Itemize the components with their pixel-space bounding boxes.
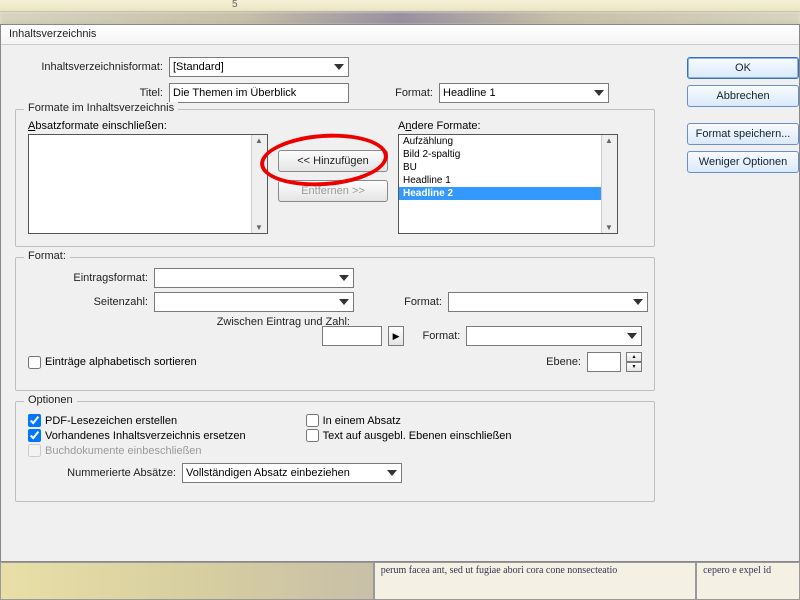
numbered-para-select[interactable]: Vollständigen Absatz einbeziehen	[182, 463, 402, 483]
cancel-button[interactable]: Abbrechen	[687, 85, 799, 107]
dialog-side-buttons: OK Abbrechen Format speichern... Weniger…	[685, 57, 799, 179]
dialog-title: Inhaltsverzeichnis	[1, 25, 799, 45]
title-label: Titel:	[15, 87, 163, 99]
hidden-layers-checkbox[interactable]: Text auf ausgebl. Ebenen einschließen	[306, 429, 512, 442]
ruler	[0, 0, 800, 12]
options-legend: Optionen	[24, 394, 77, 406]
footer-cell: cepero e expel id	[696, 562, 800, 600]
remove-button[interactable]: Entfernen >>	[278, 180, 388, 202]
level-input[interactable]	[587, 352, 621, 372]
list-item[interactable]: Headline 1	[399, 174, 617, 187]
level-label: Ebene:	[546, 356, 581, 368]
level-down[interactable]: ▾	[626, 362, 642, 372]
numbered-para-label: Nummerierte Absätze:	[28, 467, 176, 479]
pdf-bookmarks-checkbox[interactable]: PDF-Lesezeichen erstellen	[28, 414, 246, 427]
single-para-checkbox[interactable]: In einem Absatz	[306, 414, 512, 427]
scrollbar[interactable]	[251, 135, 267, 233]
between-menu-button[interactable]: ▶	[388, 326, 404, 346]
entry-format-label: Eintragsformat:	[28, 272, 148, 284]
include-formats-listbox[interactable]	[28, 134, 268, 234]
footer-cell: perum facea ant, sed ut fugiae abori cor…	[374, 562, 696, 600]
other-formats-label: Andere Formate:	[398, 120, 618, 132]
between-label: Zwischen Eintrag und Zahl:	[28, 316, 354, 328]
between-format-select[interactable]	[466, 326, 642, 346]
other-formats-listbox[interactable]: Aufzählung Bild 2-spaltig BU Headline 1 …	[398, 134, 618, 234]
fewer-options-button[interactable]: Weniger Optionen	[687, 151, 799, 173]
list-item[interactable]: Aufzählung	[399, 135, 617, 148]
top-format-select[interactable]: Headline 1	[439, 83, 609, 103]
entry-format-select[interactable]	[154, 268, 354, 288]
page-number-label: Seitenzahl:	[28, 296, 148, 308]
page-format-select[interactable]	[448, 292, 648, 312]
title-input[interactable]	[169, 83, 349, 103]
page-number-select[interactable]	[154, 292, 354, 312]
top-format-label: Format:	[373, 87, 433, 99]
sort-checkbox-label[interactable]: Einträge alphabetisch sortieren	[28, 356, 197, 369]
level-stepper[interactable]: ▴▾	[626, 352, 642, 372]
ok-button[interactable]: OK	[687, 57, 799, 79]
footer-cell	[0, 562, 374, 600]
level-up[interactable]: ▴	[626, 352, 642, 362]
toc-dialog: Inhaltsverzeichnis OK Abbrechen Format s…	[0, 24, 800, 562]
between-format-label: Format:	[416, 330, 460, 342]
book-docs-checkbox: Buchdokumente einbeschließen	[28, 444, 246, 457]
save-format-button[interactable]: Format speichern...	[687, 123, 799, 145]
list-item[interactable]: BU	[399, 161, 617, 174]
list-item[interactable]: Bild 2-spaltig	[399, 148, 617, 161]
replace-toc-checkbox[interactable]: Vorhandenes Inhaltsverzeichnis ersetzen	[28, 429, 246, 442]
sort-checkbox[interactable]	[28, 356, 41, 369]
between-input[interactable]	[322, 326, 382, 346]
toc-format-label: Inhaltsverzeichnisformat:	[15, 61, 163, 73]
style-legend: Format:	[24, 250, 70, 262]
page-footer: perum facea ant, sed ut fugiae abori cor…	[0, 562, 800, 600]
document-blur	[0, 12, 800, 24]
page-format-label: Format:	[382, 296, 442, 308]
options-group: Optionen PDF-Lesezeichen erstellen Vorha…	[15, 401, 655, 502]
add-button[interactable]: << Hinzufügen	[278, 150, 388, 172]
scrollbar[interactable]	[601, 135, 617, 233]
formats-group: Formate im Inhaltsverzeichnis Absatzform…	[15, 109, 655, 247]
list-item[interactable]: Headline 2	[399, 187, 617, 200]
toc-format-select[interactable]: [Standard]	[169, 57, 349, 77]
formats-legend: Formate im Inhaltsverzeichnis	[24, 102, 178, 114]
style-group: Format: Eintragsformat: Seitenzahl: Form…	[15, 257, 655, 391]
